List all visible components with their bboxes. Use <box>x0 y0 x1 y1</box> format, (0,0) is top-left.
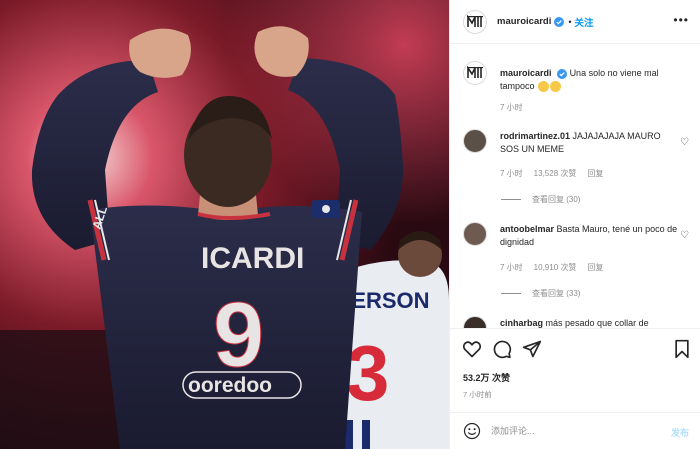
tongue-wink-emoji <box>550 81 562 93</box>
divider-line <box>501 199 521 200</box>
caption-meta: 7 小时 <box>500 102 523 113</box>
comment-text: antoobelmar Basta Mauro, tené un poco de… <box>500 223 678 249</box>
comments-list[interactable]: mauroicardi Una solo no viene mal tampoc… <box>450 45 700 328</box>
heart-icon[interactable]: ♡ <box>680 137 689 148</box>
bookmark-icon[interactable] <box>672 339 692 359</box>
post-header: mauroicardi • 关注 ••• <box>450 0 700 44</box>
emoji-icon[interactable] <box>463 422 481 440</box>
comment-text: cinharbag más pesado que collar de <box>500 317 678 328</box>
post-time[interactable]: 7 小时前 <box>463 389 492 400</box>
view-replies-button[interactable]: 查看回复 (33) <box>501 288 580 299</box>
header-username[interactable]: mauroicardi <box>497 16 551 27</box>
caption: mauroicardi Una solo no viene mal tampoc… <box>463 61 691 131</box>
post-side-panel: mauroicardi • 关注 ••• mauroicardi Una sol… <box>449 0 700 449</box>
verified-icon <box>554 16 565 27</box>
follow-button[interactable]: 关注 <box>575 15 594 29</box>
grin-sweat-emoji <box>538 81 550 93</box>
heart-icon[interactable]: ♡ <box>680 230 689 241</box>
avatar[interactable] <box>463 129 487 153</box>
view-replies-label: 查看回复 (30) <box>532 195 581 204</box>
divider-line <box>501 293 521 294</box>
comment-body: más pesado que collar de <box>545 318 649 328</box>
reply-button[interactable]: 回复 <box>587 262 603 273</box>
avatar[interactable] <box>463 222 487 246</box>
mi-logo-icon <box>467 14 483 27</box>
comment-icon[interactable] <box>492 339 512 359</box>
comment-likes[interactable]: 10,910 次赞 <box>534 262 577 273</box>
comment-username[interactable]: rodrimartinez.01 <box>500 131 570 141</box>
comment-username[interactable]: cinharbag <box>500 318 543 328</box>
heart-icon[interactable] <box>462 339 482 359</box>
mi-logo-icon <box>467 66 483 78</box>
post-photo[interactable]: MERSON 3 ALL ICARDI 9 ooredoo <box>0 0 449 449</box>
comment-likes[interactable]: 13,528 次赞 <box>534 168 577 179</box>
jersey-sponsor: ooredoo <box>188 374 272 397</box>
post-comment-button[interactable]: 发布 <box>671 426 689 439</box>
separator-dot: • <box>568 16 572 27</box>
comment-text: rodrimartinez.01 JAJAJAJAJA MAURO SOS UN… <box>500 130 678 156</box>
avatar[interactable] <box>463 316 487 328</box>
caption-username[interactable]: mauroicardi <box>500 68 552 78</box>
reply-button[interactable]: 回复 <box>587 168 603 179</box>
more-icon[interactable]: ••• <box>673 14 689 26</box>
view-replies-label: 查看回复 (33) <box>532 289 581 298</box>
add-comment-bar: 发布 <box>450 412 700 449</box>
comment-meta: 7 小时 10,910 次赞 回复 <box>500 262 603 273</box>
avatar[interactable] <box>463 9 487 34</box>
share-icon[interactable] <box>522 339 542 359</box>
likes-count[interactable]: 53.2万 次赞 <box>463 371 510 384</box>
jersey-number: 9 <box>213 284 264 386</box>
comment-meta: 7 小时 13,528 次赞 回复 <box>500 168 603 179</box>
comment-time[interactable]: 7 小时 <box>500 168 523 179</box>
comment-item: cinharbag más pesado que collar de <box>463 316 691 328</box>
post-image: MERSON 3 ALL ICARDI 9 ooredoo <box>0 0 449 449</box>
post-actions <box>450 328 700 368</box>
avatar[interactable] <box>463 61 487 85</box>
caption-time[interactable]: 7 小时 <box>500 102 523 113</box>
verified-icon <box>557 68 568 79</box>
comment-username[interactable]: antoobelmar <box>500 224 554 234</box>
view-replies-button[interactable]: 查看回复 (30) <box>501 194 580 205</box>
jersey-name: ICARDI <box>201 242 304 275</box>
comment-input[interactable] <box>491 426 651 436</box>
comment-time[interactable]: 7 小时 <box>500 262 523 273</box>
caption-text: mauroicardi Una solo no viene mal tampoc… <box>500 67 678 93</box>
